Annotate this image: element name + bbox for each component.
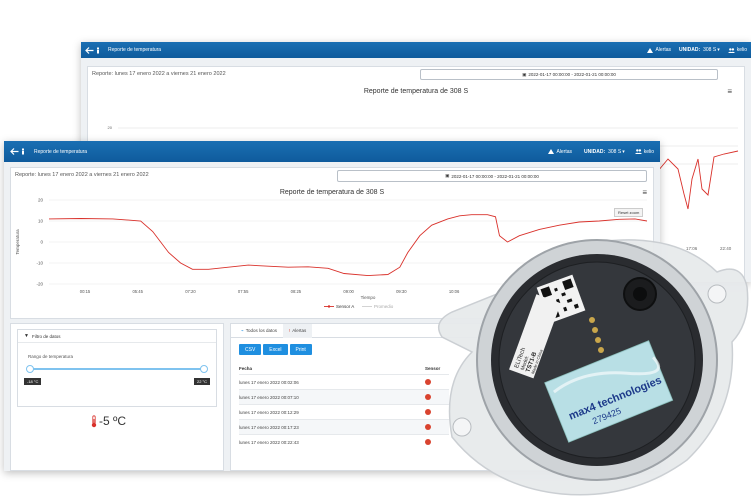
tab-alerts[interactable]: ! Alertas: [283, 323, 313, 338]
calendar-icon: ▣: [445, 173, 450, 178]
sensor-status-icon: [425, 394, 431, 400]
range-label: Rango de temperatura: [28, 354, 74, 359]
y-tick-label: 0: [40, 240, 43, 245]
y-tick-label: 10: [38, 219, 44, 224]
page-title: Reporte de temperatura: [34, 148, 88, 155]
x-tick-label: 07:20: [185, 289, 196, 294]
back-date-range-text: 2022-01-17 00:00:00 - 2022-01-21 00:00:0…: [528, 72, 616, 77]
legend-marker-sensor-a: [327, 305, 331, 308]
x-tick-label: 09:30: [396, 289, 407, 294]
back-arrow-icon[interactable]: [10, 148, 19, 155]
table-row[interactable]: lunes 17 enero 2022 00:22:43: [239, 434, 449, 449]
filter-icon: ▼: [24, 333, 29, 339]
back-alerts-link[interactable]: Alertas: [655, 47, 671, 53]
chart-menu-icon[interactable]: ≡: [642, 188, 647, 197]
temperature-logger-device-image: ELiTech Model: TST1-B Made in China max4…: [437, 239, 749, 496]
exclamation-icon: !: [289, 328, 291, 333]
y-tick-label: -20: [36, 282, 43, 287]
x-tick-label: 07:55: [238, 289, 249, 294]
y-tick-label: 20: [38, 198, 44, 203]
top-navbar: Reporte de temperatura Alertas UNIDAD: 3…: [4, 141, 660, 162]
filter-panel: ▼ Filtro de datos Rango de temperatura -…: [17, 329, 217, 407]
y-tick-label: -10: [36, 261, 43, 266]
date-range-text: 2022-01-17 00:00:00 - 2022-01-21 00:00:0…: [451, 173, 539, 179]
thermometer-icon: [91, 414, 97, 427]
row-date: lunes 17 enero 2022 00:22:43: [239, 439, 299, 445]
col-header-date: Fecha: [239, 365, 253, 371]
row-date: lunes 17 enero 2022 00:02:06: [239, 379, 299, 385]
back-date-range-picker[interactable]: ▣ 2022-01-17 00:00:00 - 2022-01-21 00:00…: [420, 69, 718, 80]
logo-icon: [22, 148, 24, 155]
user-menu[interactable]: kelio: [644, 149, 654, 155]
print-button[interactable]: Print: [289, 344, 312, 355]
mounting-hole-left: [452, 417, 472, 437]
row-date: lunes 17 enero 2022 00:12:29: [239, 409, 299, 415]
tab-all-data-label: Todos los datos: [245, 328, 277, 333]
calendar-icon: ▣: [522, 71, 527, 77]
csv-button[interactable]: CSV: [239, 344, 262, 355]
sensor-status-icon: [425, 379, 431, 385]
x-tick-label: 05:45: [132, 289, 143, 294]
x-tick-label: 00:15: [80, 289, 91, 294]
back-report-range: Reporte: lunes 17 enero 2022 a viernes 2…: [92, 71, 226, 77]
chevron-down-icon: ▾: [717, 47, 720, 53]
y-axis-label: Temperatura: [15, 229, 20, 255]
back-top-navbar: Reporte de temperatura Alertas UNIDAD: 3…: [81, 42, 751, 58]
unit-dropdown[interactable]: 308 S: [608, 149, 621, 155]
range-slider-track[interactable]: [30, 368, 204, 370]
sensor-status-icon: [425, 409, 431, 415]
current-temp-value: -5 ºC: [99, 414, 127, 428]
legend-label-promedio: Promedio: [374, 304, 394, 309]
users-icon: [727, 47, 735, 53]
filter-card: ▼ Filtro de datos Rango de temperatura -…: [10, 323, 224, 471]
x-tick-label: 08:25: [291, 289, 302, 294]
table-row[interactable]: lunes 17 enero 2022 00:07:10: [239, 389, 449, 404]
tab-alerts-label: Alertas: [292, 328, 307, 333]
row-date: lunes 17 enero 2022 00:17:23: [239, 424, 299, 430]
table-row[interactable]: lunes 17 enero 2022 00:02:06: [239, 374, 449, 389]
alert-icon: [548, 149, 555, 154]
logo-icon: [97, 47, 99, 53]
unit-label: UNIDAD:: [584, 148, 606, 155]
excel-button[interactable]: Excel: [263, 344, 288, 355]
back-unit-label: UNIDAD:: [679, 47, 701, 53]
tab-all-data[interactable]: ⌁ Todos los datos: [235, 324, 283, 338]
device-button-center: [633, 287, 647, 301]
current-temp-display: -5 ºC: [91, 414, 126, 428]
back-unit-dropdown[interactable]: 308 S: [703, 47, 716, 53]
screenshot-composite: Reporte de temperatura Alertas UNIDAD: 3…: [0, 0, 751, 500]
table-row[interactable]: lunes 17 enero 2022 00:17:23: [239, 419, 449, 434]
sensor-status-icon: [425, 424, 431, 430]
range-slider-min-handle[interactable]: [26, 365, 34, 373]
range-max-value: 22 °C: [194, 378, 211, 385]
back-chart-title: Reporte de temperatura de 308 S: [363, 88, 469, 95]
x-tick-label: 09:00: [343, 289, 354, 294]
back-user-menu[interactable]: kelio: [737, 47, 747, 53]
chart-icon: ⌁: [241, 327, 244, 333]
mounting-hole-right: [707, 284, 727, 304]
range-slider-max-handle[interactable]: [200, 365, 208, 373]
alerts-link[interactable]: Alertas: [556, 149, 572, 155]
back-y-tick: 20: [108, 125, 113, 130]
table-header: Fecha Sensor: [239, 362, 449, 374]
filter-title: Filtro de datos: [31, 333, 61, 339]
legend-label-sensor-a: Sensor A: [336, 304, 354, 309]
back-page-title: Reporte de temperatura: [108, 47, 162, 53]
back-arrow-icon[interactable]: [85, 46, 94, 54]
alert-icon: [647, 47, 654, 53]
range-min-value: -18 °C: [24, 378, 42, 385]
users-icon: [634, 149, 642, 154]
export-buttons: CSV Excel Print: [239, 344, 314, 355]
row-date: lunes 17 enero 2022 00:07:10: [239, 394, 299, 400]
chevron-down-icon: ▾: [622, 148, 625, 155]
sensor-status-icon: [425, 439, 431, 445]
filter-header: ▼ Filtro de datos: [18, 330, 216, 343]
table-row[interactable]: lunes 17 enero 2022 00:12:29: [239, 404, 449, 419]
back-chart-menu-icon[interactable]: ≡: [727, 87, 732, 96]
chart-title: Reporte de temperatura de 308 S: [279, 189, 385, 196]
data-table: Fecha Sensor lunes 17 enero 2022 00:02:0…: [239, 362, 449, 449]
report-range: Reporte: lunes 17 enero 2022 a viernes 2…: [15, 172, 149, 178]
x-axis-label: Tiempo: [361, 295, 376, 300]
date-range-picker[interactable]: ▣ 2022-01-17 00:00:00 - 2022-01-21 00:00…: [337, 170, 647, 182]
